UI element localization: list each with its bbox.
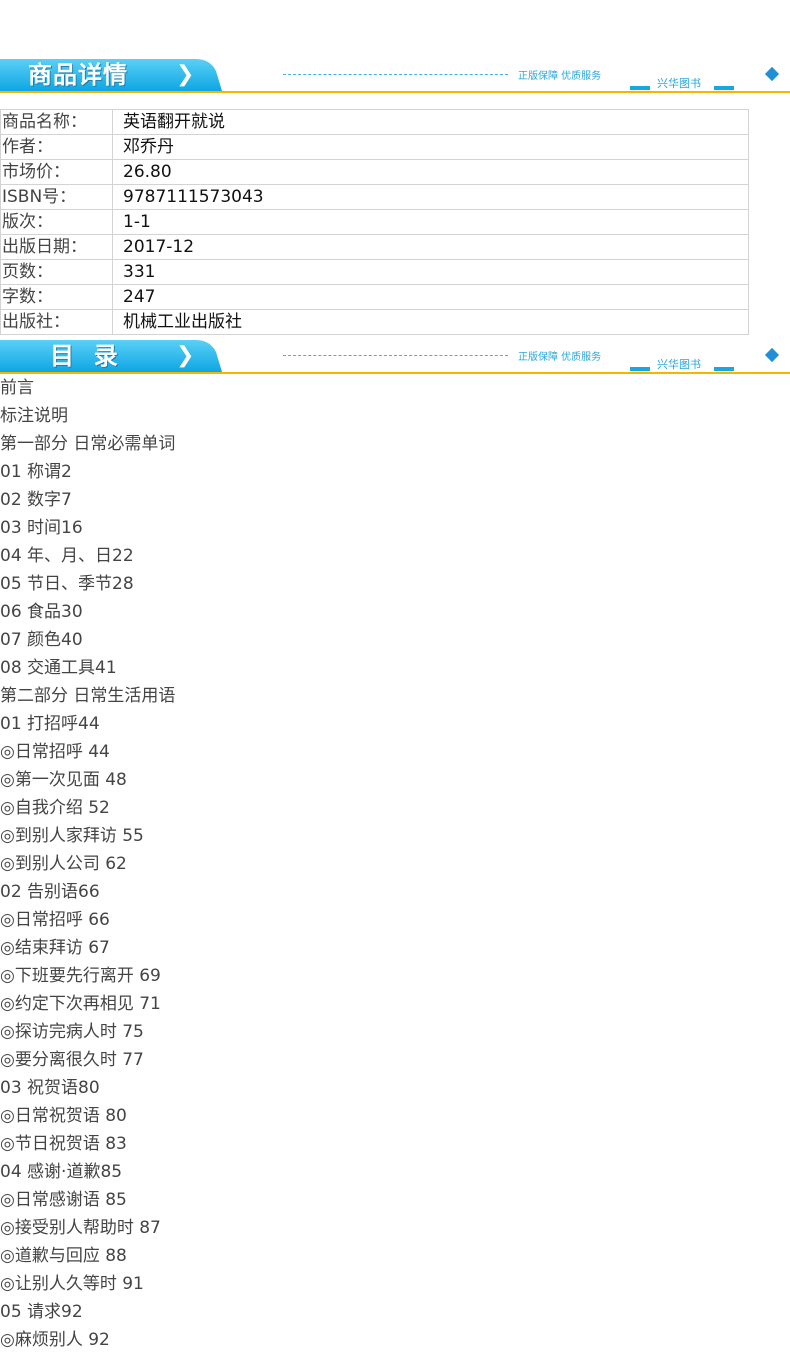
toc-item: 07 颜色40: [0, 630, 83, 650]
table-row: 作者： 邓乔丹: [0, 134, 749, 160]
info-label: 商品名称：: [0, 109, 113, 135]
toc-item: 第二部分 日常生活用语: [0, 686, 176, 706]
toc-item: ◎要分离很久时 77: [0, 1050, 144, 1070]
info-value: 2017-12: [112, 234, 749, 260]
table-row: 出版社： 机械工业出版社: [0, 309, 749, 335]
chevron-right-icon: ❯: [176, 62, 195, 87]
toc-item: 05 节日、季节28: [0, 574, 134, 594]
banner-slogan: 正版保障 优质服务: [518, 71, 602, 82]
toc-item: 04 感谢·道歉85: [0, 1162, 123, 1182]
toc-item: 前言: [0, 378, 34, 398]
info-value: 1-1: [112, 209, 749, 235]
banner-slogan: 正版保障 优质服务: [518, 352, 602, 363]
table-row: 字数： 247: [0, 284, 749, 310]
info-label: 出版社：: [0, 309, 113, 335]
toc-item: 04 年、月、日22: [0, 546, 134, 566]
banner-brand: 兴华图书: [657, 77, 701, 90]
banner-dashed-line: [283, 355, 508, 356]
info-value: 247: [112, 284, 749, 310]
toc-item: ◎下班要先行离开 69: [0, 966, 161, 986]
table-of-contents: 前言 标注说明 第一部分 日常必需单词 01 称谓2 02 数字7 03 时间1…: [0, 374, 175, 1354]
toc-item: 08 交通工具41: [0, 658, 117, 678]
toc-item: 标注说明: [0, 406, 68, 426]
info-label: 版次：: [0, 209, 113, 235]
info-value: 26.80: [112, 159, 749, 185]
toc-item: ◎日常祝贺语 80: [0, 1106, 127, 1126]
toc-item: ◎到别人公司 62: [0, 854, 127, 874]
toc-item: 01 称谓2: [0, 462, 72, 482]
diamond-icon: [764, 347, 780, 363]
info-value: 331: [112, 259, 749, 285]
info-label: 市场价：: [0, 159, 113, 185]
table-row: 出版日期： 2017-12: [0, 234, 749, 260]
banner-title: 商品详情: [28, 61, 128, 89]
toc-item: ◎让别人久等时 91: [0, 1274, 144, 1294]
table-row: 商品名称： 英语翻开就说: [0, 109, 749, 135]
banner-bar: [630, 367, 650, 371]
toc-item: ◎道歉与回应 88: [0, 1246, 127, 1266]
toc-item: 05 请求92: [0, 1302, 83, 1322]
banner-brand: 兴华图书: [657, 358, 701, 371]
toc-item: 03 时间16: [0, 518, 83, 538]
banner-underline: [0, 91, 790, 93]
toc-item: 02 数字7: [0, 490, 72, 510]
toc-item: ◎自我介绍 52: [0, 798, 110, 818]
toc-item: 06 食品30: [0, 602, 83, 622]
banner-bar: [630, 86, 650, 90]
product-details-banner: 商品详情 ❯ 正版保障 优质服务 兴华图书: [0, 55, 790, 93]
info-value: 英语翻开就说: [112, 109, 749, 135]
toc-item: ◎日常感谢语 85: [0, 1190, 127, 1210]
toc-banner: 目 录 ❯ 正版保障 优质服务 兴华图书: [0, 336, 790, 374]
toc-item: ◎约定下次再相见 71: [0, 994, 161, 1014]
info-value: 机械工业出版社: [112, 309, 749, 335]
table-row: 页数： 331: [0, 259, 749, 285]
toc-item: ◎结束拜访 67: [0, 938, 110, 958]
toc-item: ◎节日祝贺语 83: [0, 1134, 127, 1154]
toc-item: ◎麻烦别人 92: [0, 1330, 110, 1350]
info-label: ISBN号：: [0, 184, 113, 210]
table-row: 版次： 1-1: [0, 209, 749, 235]
info-label: 作者：: [0, 134, 113, 160]
product-info-table: 商品名称： 英语翻开就说 作者： 邓乔丹 市场价： 26.80 ISBN号： 9…: [0, 109, 749, 335]
table-row: 市场价： 26.80: [0, 159, 749, 185]
info-label: 出版日期：: [0, 234, 113, 260]
toc-item: 03 祝贺语80: [0, 1078, 100, 1098]
chevron-right-icon: ❯: [176, 343, 195, 368]
toc-item: ◎日常招呼 66: [0, 910, 110, 930]
banner-dashed-line: [283, 74, 508, 75]
banner-title: 目 录: [50, 342, 119, 370]
toc-item: ◎日常招呼 44: [0, 742, 110, 762]
info-label: 页数：: [0, 259, 113, 285]
table-row: ISBN号： 9787111573043: [0, 184, 749, 210]
toc-item: 01 打招呼44: [0, 714, 100, 734]
info-value: 邓乔丹: [112, 134, 749, 160]
toc-item: ◎第一次见面 48: [0, 770, 127, 790]
info-label: 字数：: [0, 284, 113, 310]
toc-item: 第一部分 日常必需单词: [0, 434, 176, 454]
toc-item: ◎到别人家拜访 55: [0, 826, 144, 846]
banner-bar: [714, 86, 734, 90]
diamond-icon: [764, 66, 780, 82]
toc-item: ◎探访完病人时 75: [0, 1022, 144, 1042]
toc-item: 02 告别语66: [0, 882, 100, 902]
toc-item: ◎接受别人帮助时 87: [0, 1218, 161, 1238]
banner-bar: [714, 367, 734, 371]
info-value: 9787111573043: [112, 184, 749, 210]
